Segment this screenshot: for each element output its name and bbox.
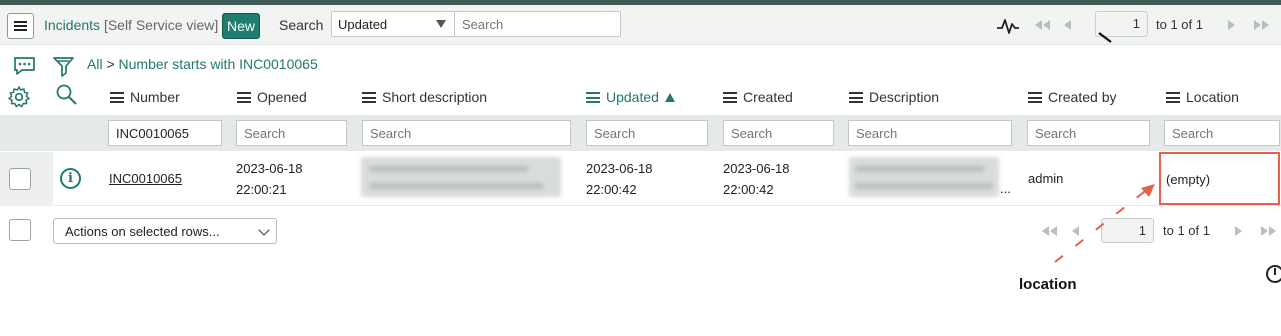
- opened-time: 22:00:21: [236, 182, 287, 197]
- column-header-opened[interactable]: Opened: [237, 89, 307, 105]
- column-label: Location: [1186, 89, 1239, 105]
- column-header-created-by[interactable]: Created by: [1028, 89, 1116, 105]
- column-menu-icon[interactable]: [1166, 92, 1180, 103]
- search-field-selected: Updated: [338, 17, 388, 32]
- filter-icon[interactable]: [52, 55, 76, 79]
- short-description-redacted[interactable]: [361, 157, 561, 197]
- caret-down-icon: [436, 20, 446, 28]
- actions-on-selected-rows-select[interactable]: Actions on selected rows...: [53, 218, 277, 244]
- column-label: Short description: [382, 89, 488, 105]
- updated-time: 22:00:42: [586, 182, 637, 197]
- description-redacted[interactable]: [849, 157, 999, 197]
- description-search-input[interactable]: [848, 120, 1012, 146]
- footer-page-total-text: to 1 of 1: [1163, 223, 1210, 238]
- column-header-updated[interactable]: Updated: [586, 89, 675, 105]
- search-icon[interactable]: [55, 83, 79, 107]
- row-checkbox[interactable]: [9, 168, 31, 190]
- cell-created[interactable]: 2023-06-18 22:00:42: [723, 158, 790, 200]
- info-icon[interactable]: i: [60, 168, 81, 189]
- cell-updated[interactable]: 2023-06-18 22:00:42: [586, 158, 653, 200]
- search-input[interactable]: [454, 11, 621, 37]
- footer-last-page-icon[interactable]: [1258, 225, 1278, 237]
- opened-search-input[interactable]: [236, 120, 347, 146]
- column-label: Updated: [606, 89, 659, 105]
- column-menu-icon[interactable]: [849, 92, 863, 103]
- column-menu-icon[interactable]: [110, 92, 124, 103]
- annotation-mark: [1098, 32, 1112, 43]
- column-menu-icon[interactable]: [723, 92, 737, 103]
- activity-pulse-icon[interactable]: [996, 14, 1020, 36]
- search-field-select[interactable]: Updated: [331, 11, 455, 37]
- opened-date: 2023-06-18: [236, 161, 303, 176]
- column-label: Created: [743, 89, 793, 105]
- column-menu-icon[interactable]: [362, 92, 376, 103]
- annotation-label: location: [1019, 276, 1077, 293]
- short-description-search-input[interactable]: [362, 120, 571, 146]
- cell-number[interactable]: INC0010065: [109, 168, 182, 189]
- search-label: Search: [279, 17, 324, 33]
- column-menu-icon[interactable]: [237, 92, 251, 103]
- chevron-down-icon: [258, 224, 270, 236]
- breadcrumb-all[interactable]: All: [87, 56, 103, 72]
- column-header-number[interactable]: Number: [110, 89, 180, 105]
- list-title[interactable]: Incidents [Self Service view]: [44, 17, 218, 33]
- number-search-input[interactable]: [108, 120, 222, 146]
- last-page-icon[interactable]: [1251, 19, 1271, 31]
- previous-page-icon[interactable]: [1063, 19, 1073, 31]
- footer-next-page-icon[interactable]: [1233, 225, 1243, 237]
- next-page-icon[interactable]: [1226, 19, 1236, 31]
- gear-icon[interactable]: [7, 85, 31, 109]
- created-date: 2023-06-18: [723, 161, 790, 176]
- column-label: Description: [869, 89, 940, 105]
- annotation-arrow: [1054, 184, 1155, 263]
- number-link[interactable]: INC0010065: [109, 171, 182, 186]
- breadcrumb: All > Number starts with INC0010065: [87, 56, 318, 72]
- column-label: Created by: [1048, 89, 1117, 105]
- location-search-input[interactable]: [1164, 120, 1280, 146]
- list-title-text: Incidents: [44, 17, 101, 33]
- location-value: (empty): [1166, 172, 1211, 187]
- comments-icon[interactable]: [13, 55, 37, 79]
- breadcrumb-condition[interactable]: Number starts with INC0010065: [119, 56, 318, 72]
- new-button[interactable]: New: [222, 13, 260, 39]
- column-label: Number: [130, 89, 180, 105]
- created-time: 22:00:42: [723, 182, 774, 197]
- description-ellipsis: ...: [1000, 181, 1011, 196]
- first-page-icon[interactable]: [1033, 19, 1053, 31]
- column-header-description[interactable]: Description: [849, 89, 939, 105]
- created-by-search-input[interactable]: [1027, 120, 1150, 146]
- column-menu-icon[interactable]: [586, 92, 600, 103]
- sort-ascending-icon: [664, 93, 675, 102]
- created-search-input[interactable]: [723, 120, 834, 146]
- column-menu-icon[interactable]: [1028, 92, 1042, 103]
- cell-opened[interactable]: 2023-06-18 22:00:21: [236, 158, 303, 200]
- breadcrumb-separator: >: [106, 56, 115, 72]
- list-view-name: [Self Service view]: [103, 17, 219, 33]
- updated-date: 2023-06-18: [586, 161, 653, 176]
- page-total-text: to 1 of 1: [1156, 17, 1203, 32]
- select-all-checkbox[interactable]: [9, 219, 31, 241]
- column-label: Opened: [257, 89, 307, 105]
- timer-icon[interactable]: [1266, 265, 1281, 283]
- cell-location[interactable]: (empty): [1159, 152, 1280, 205]
- list-header: Incidents [Self Service view] New Search…: [0, 5, 1281, 45]
- column-header-created[interactable]: Created: [723, 89, 793, 105]
- column-header-short-description[interactable]: Short description: [362, 89, 487, 105]
- updated-search-input[interactable]: [586, 120, 708, 146]
- column-header-location[interactable]: Location: [1166, 89, 1239, 105]
- list-menu-button[interactable]: [7, 13, 34, 39]
- actions-select-label: Actions on selected rows...: [65, 224, 220, 239]
